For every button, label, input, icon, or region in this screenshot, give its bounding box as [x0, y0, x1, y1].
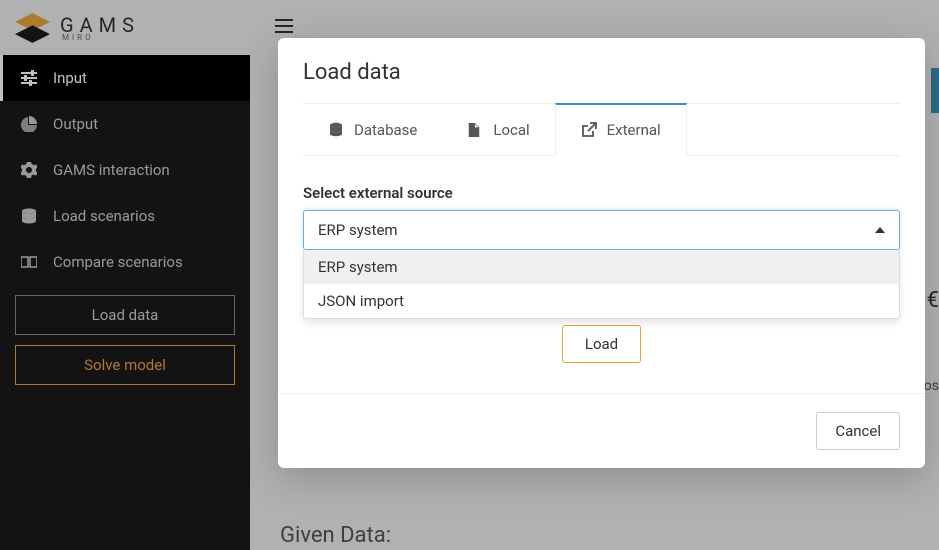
tab-label: External [607, 121, 661, 139]
option-erp-system[interactable]: ERP system [304, 250, 899, 284]
option-json-import[interactable]: JSON import [304, 284, 899, 318]
database-icon [328, 122, 344, 138]
cancel-button[interactable]: Cancel [816, 412, 900, 450]
select-dropdown: ERP system JSON import [303, 250, 900, 319]
modal-tabs: Database Local External [303, 103, 900, 156]
tab-local[interactable]: Local [442, 103, 554, 155]
load-data-modal: Load data Database Local External Select… [278, 38, 925, 468]
tab-label: Database [354, 121, 417, 139]
tab-database[interactable]: Database [303, 103, 442, 155]
caret-up-icon [875, 227, 885, 233]
modal-title: Load data [278, 38, 925, 103]
select-value: ERP system [318, 221, 398, 239]
select-display[interactable]: ERP system [303, 210, 900, 250]
select-external-source-label: Select external source [303, 184, 900, 202]
tab-label: Local [493, 121, 529, 139]
external-source-select[interactable]: ERP system ERP system JSON import [303, 210, 900, 250]
file-icon [467, 122, 483, 138]
load-button[interactable]: Load [562, 325, 641, 363]
external-link-icon [581, 122, 597, 138]
tab-external[interactable]: External [555, 103, 687, 156]
